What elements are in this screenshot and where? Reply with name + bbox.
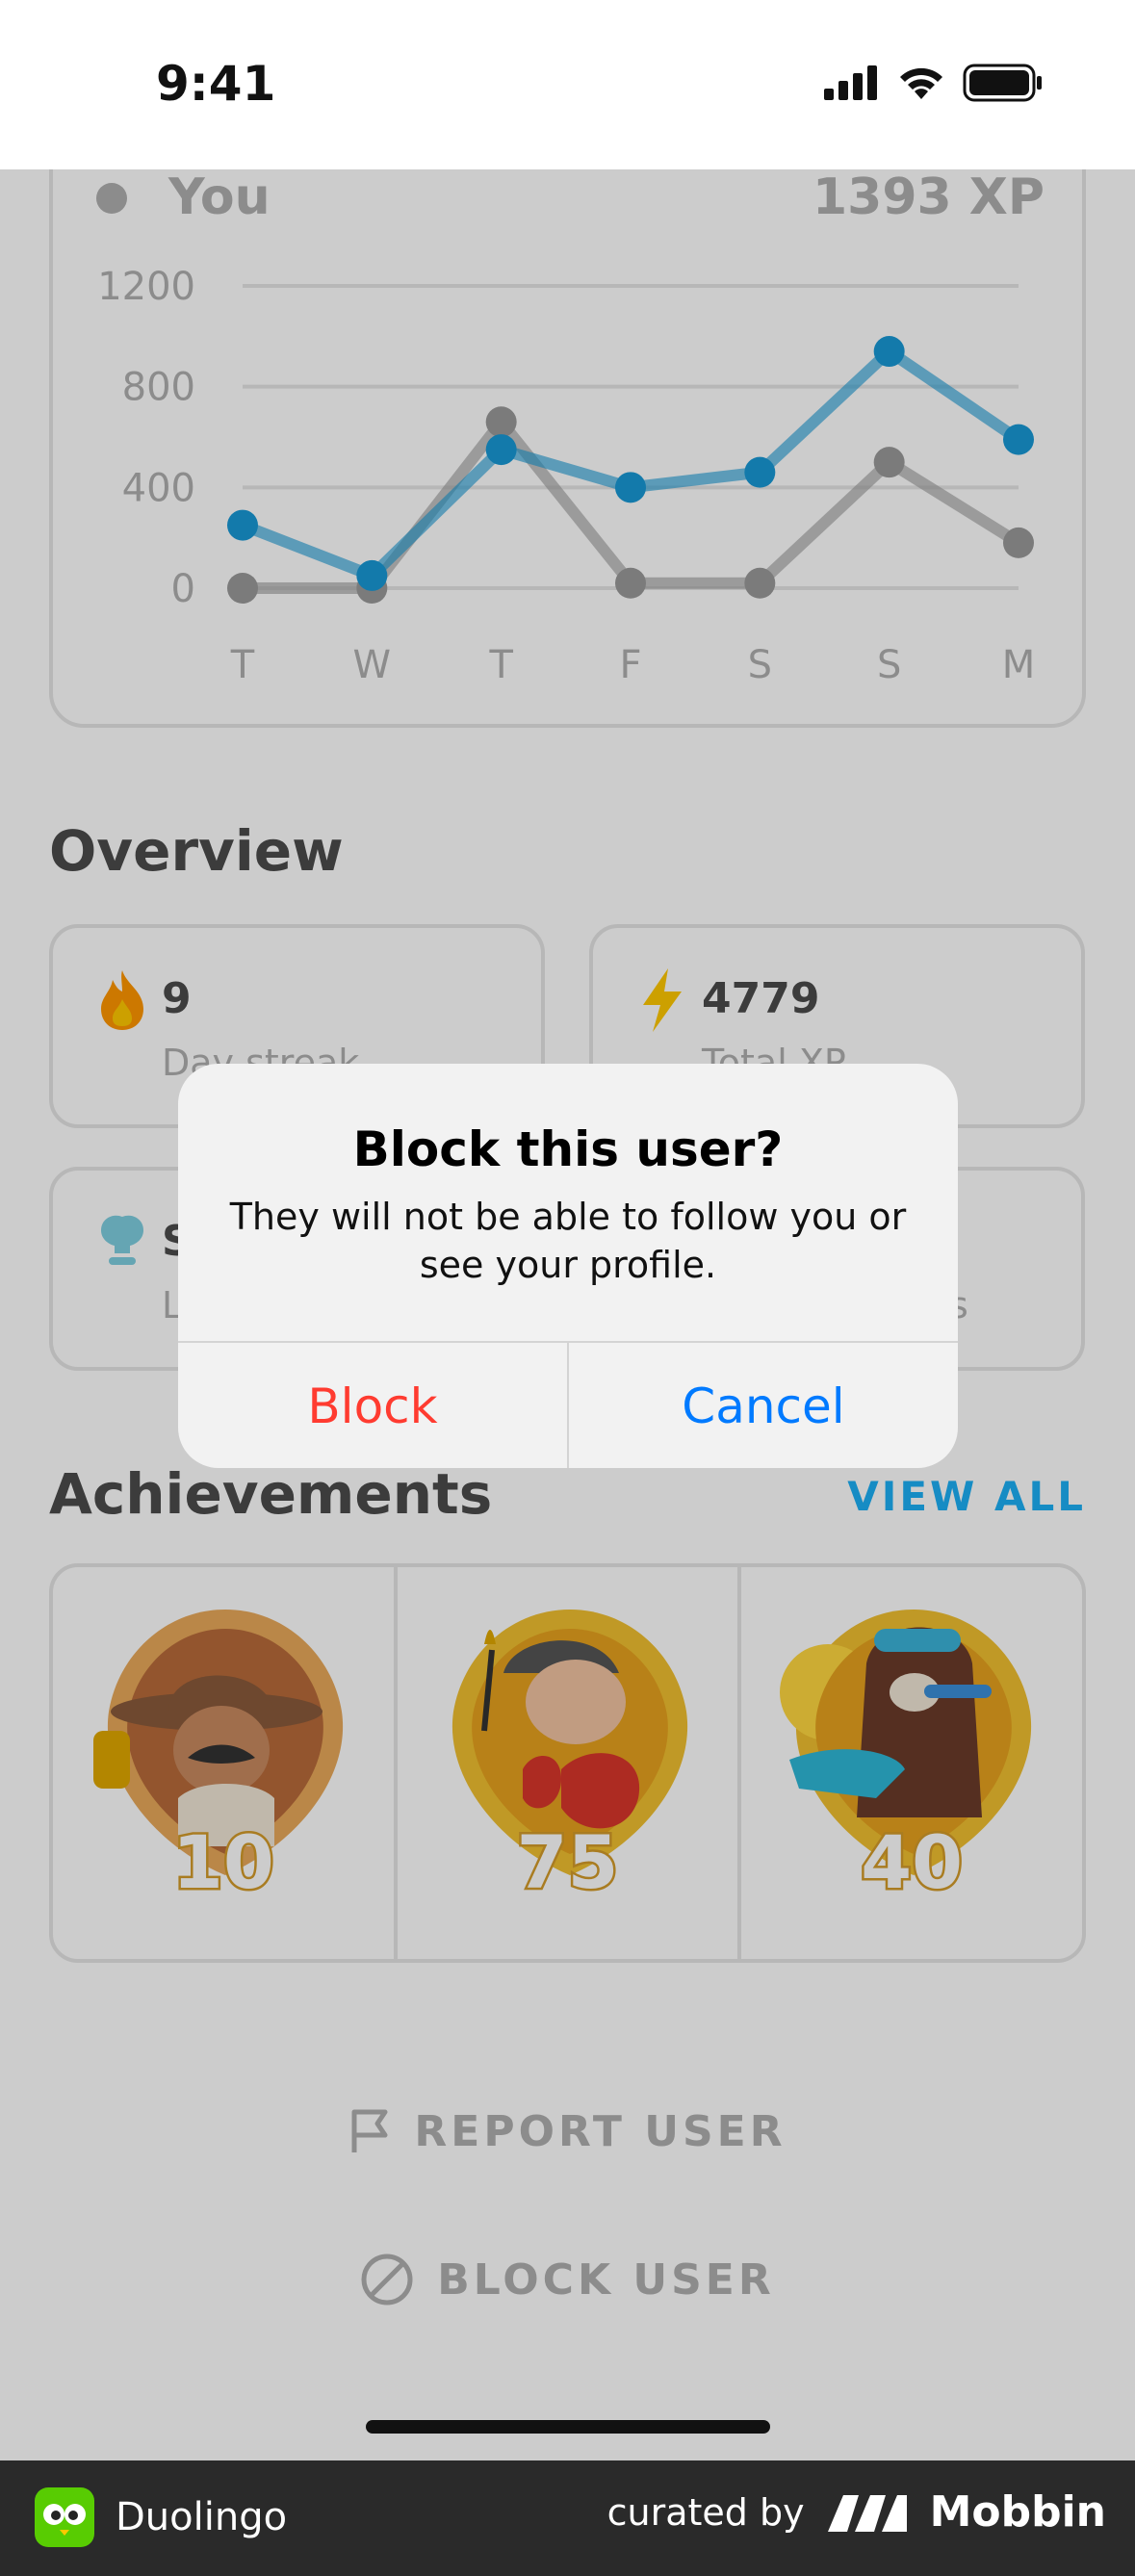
mobbin-label: Mobbin [929, 2487, 1106, 2537]
alert-title: Block this user? [352, 1121, 784, 1177]
curated-by-label: curated by [606, 2490, 805, 2534]
brand-app: Duolingo [35, 2487, 287, 2547]
battery-icon [963, 64, 1042, 102]
status-bar: 9:41 [0, 0, 1135, 169]
wifi-icon [900, 67, 942, 99]
alert-buttons: Block Cancel [178, 1341, 958, 1468]
signal-icon [824, 65, 877, 100]
duolingo-logo-icon [35, 2487, 94, 2547]
mobbin-logo-icon [827, 2494, 907, 2532]
home-indicator[interactable] [366, 2420, 770, 2434]
block-user-alert: Block this user? They will not be able t… [178, 1064, 958, 1468]
alert-message: They will not be able to follow you or s… [229, 1196, 907, 1286]
status-icons [824, 64, 1044, 102]
brand-app-name: Duolingo [116, 2495, 288, 2539]
alert-block-button[interactable]: Block [178, 1343, 569, 1468]
alert-cancel-button[interactable]: Cancel [569, 1343, 958, 1468]
screen: 9:41 1200 800 400 0 TWTFSSM You 1393 XP … [0, 0, 1135, 2576]
brand-bar: Duolingo curated by Mobbin [0, 2460, 1135, 2576]
status-time: 9:41 [156, 56, 276, 112]
brand-curated: curated by Mobbin [607, 2487, 1106, 2537]
